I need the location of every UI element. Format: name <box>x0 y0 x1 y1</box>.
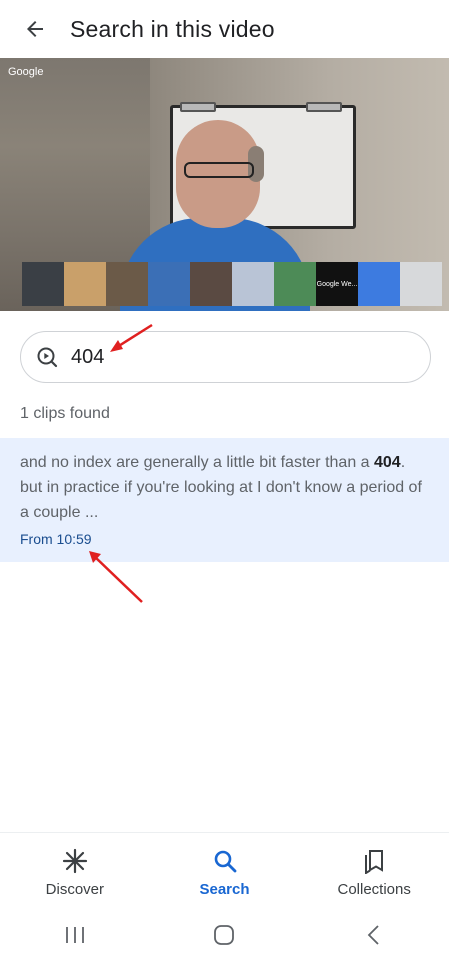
nav-discover[interactable]: Discover <box>0 833 150 908</box>
clip-transcript: and no index are generally a little bit … <box>20 450 429 525</box>
participant-thumbnail <box>190 262 232 306</box>
presenter-glasses <box>184 162 254 178</box>
nav-discover-label: Discover <box>45 881 105 898</box>
clip-result[interactable]: and no index are generally a little bit … <box>0 438 449 562</box>
search-icon <box>211 847 239 875</box>
whiteboard-clip <box>306 102 342 112</box>
video-watermark: Google <box>8 66 44 78</box>
recents-button[interactable] <box>45 915 105 955</box>
participant-thumbnail <box>274 262 316 306</box>
clip-timestamp[interactable]: From 10:59 <box>20 531 429 547</box>
back-button[interactable] <box>0 0 70 58</box>
nav-collections[interactable]: Collections <box>299 833 449 908</box>
participant-thumbnail: Google We... <box>316 262 358 306</box>
system-navigation-bar <box>0 908 449 961</box>
bottom-navigation: Discover Search Collections <box>0 832 449 908</box>
nav-collections-label: Collections <box>337 881 411 898</box>
participant-thumbnail <box>148 262 190 306</box>
clip-text-before: and no index are generally a little bit … <box>20 454 374 471</box>
home-icon <box>214 924 235 945</box>
participant-thumbnail <box>106 262 148 306</box>
participant-thumbnail <box>232 262 274 306</box>
whiteboard-clip <box>180 102 216 112</box>
arrow-back-icon <box>27 21 43 37</box>
page-title: Search in this video <box>70 15 275 42</box>
asterisk-icon <box>61 847 89 875</box>
participant-thumbnail <box>22 262 64 306</box>
system-back-icon <box>367 924 379 945</box>
play-search-icon <box>23 332 71 382</box>
clip-highlight: 404 <box>374 454 401 471</box>
app-header: Search in this video <box>0 0 449 58</box>
bookmarks-icon <box>360 847 388 875</box>
video-search-box[interactable] <box>20 331 431 383</box>
participant-thumbnail <box>358 262 400 306</box>
system-back-button[interactable] <box>344 915 404 955</box>
home-button[interactable] <box>194 915 254 955</box>
participant-thumbnail <box>64 262 106 306</box>
participant-thumbnail <box>400 262 442 306</box>
results-count: 1 clips found <box>20 405 110 422</box>
recents-icon <box>65 926 84 943</box>
participant-thumbnails: Google We... <box>22 262 449 306</box>
nav-search-label: Search <box>199 881 250 898</box>
nav-search[interactable]: Search <box>150 833 300 908</box>
search-input[interactable] <box>71 345 371 369</box>
video-player[interactable]: Google Google We... <box>0 58 449 311</box>
